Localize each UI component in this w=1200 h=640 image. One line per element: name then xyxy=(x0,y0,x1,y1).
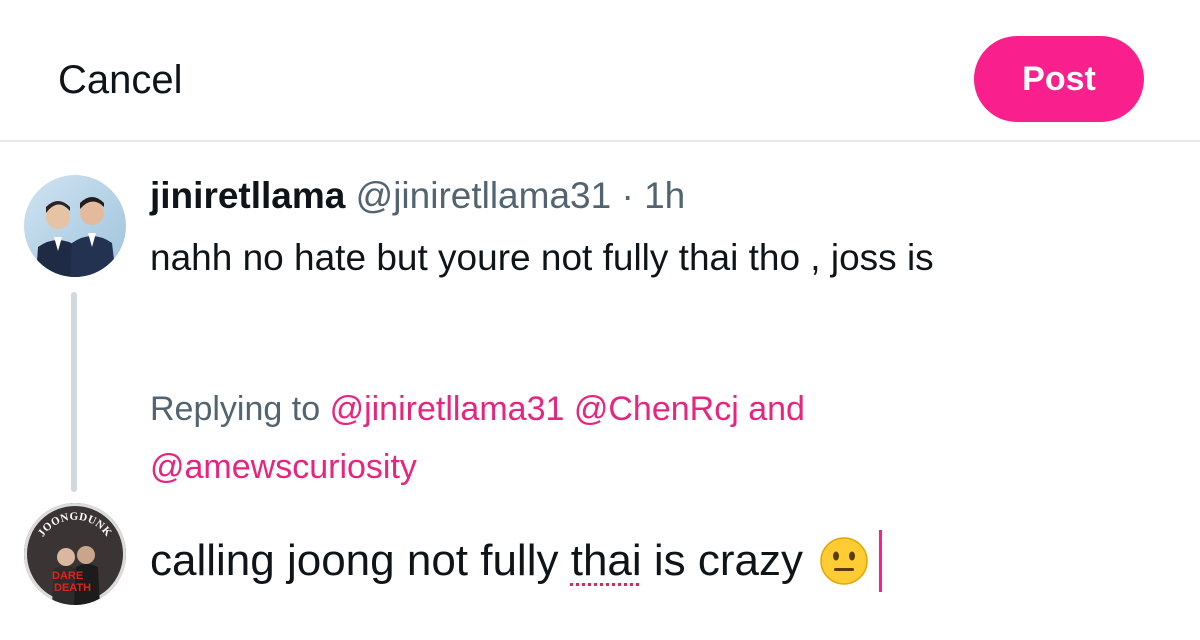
mention-link[interactable]: @jiniretllama31 xyxy=(330,390,565,428)
svg-text:DEATH: DEATH xyxy=(54,582,91,594)
original-tweet-header: jiniretllama @jiniretllama31 · 1h xyxy=(150,172,685,220)
svg-text:DARE: DARE xyxy=(52,570,83,582)
original-tweet-avatar[interactable] xyxy=(24,175,126,277)
original-tweet-text: nahh no hate but youre not fully thai th… xyxy=(150,237,934,278)
header-divider xyxy=(0,140,1200,142)
compose-text-end: is crazy xyxy=(641,536,804,585)
replying-to-line: Replying to @jiniretllama31 @ChenRcj and… xyxy=(150,380,1150,496)
text-cursor xyxy=(879,530,883,592)
separator-dot: · xyxy=(621,175,634,216)
cancel-button[interactable]: Cancel xyxy=(58,56,183,104)
compose-text-input[interactable]: calling joong not fully thai is crazy xyxy=(150,530,883,592)
mention-link[interactable]: @amewscuriosity xyxy=(150,448,417,486)
mention-connector[interactable]: and xyxy=(748,390,805,428)
user-avatar-photo-icon xyxy=(24,175,126,277)
replying-to-prefix: Replying to xyxy=(150,390,321,428)
thread-connector-line xyxy=(71,292,77,492)
neutral-face-emoji-icon xyxy=(819,536,869,586)
post-button[interactable]: Post xyxy=(974,36,1144,122)
compose-text-start: calling joong not fully xyxy=(150,536,571,585)
user-handle[interactable]: @jiniretllama31 xyxy=(356,175,612,216)
composer-avatar[interactable]: JOONGDUNK DARE DEATH xyxy=(24,503,126,605)
user-avatar-poster-icon: JOONGDUNK DARE DEATH xyxy=(24,503,126,605)
display-name[interactable]: jiniretllama xyxy=(150,175,345,216)
mention-link[interactable]: @ChenRcj xyxy=(574,390,739,428)
misspelled-word[interactable]: thai xyxy=(571,533,642,589)
tweet-time: 1h xyxy=(644,175,686,216)
compose-header: Cancel Post xyxy=(0,0,1200,142)
